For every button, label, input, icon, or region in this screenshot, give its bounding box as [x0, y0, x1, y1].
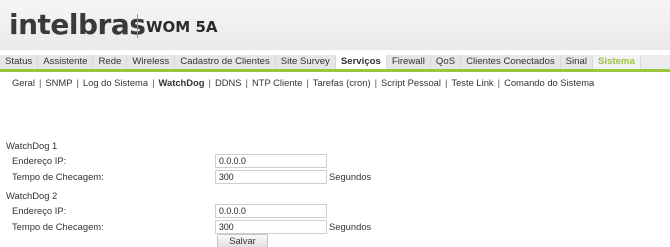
nav-tab-3[interactable]: Wireless — [127, 55, 176, 69]
subnav-item-7[interactable]: Script Pessoal — [381, 77, 441, 88]
app-header: intelbras WOM 5A — [0, 0, 670, 50]
watchdog2-unit: Segundos — [329, 221, 372, 232]
subnav-item-8[interactable]: Teste Link — [451, 77, 493, 88]
subnav-item-4[interactable]: DDNS — [215, 77, 242, 88]
watchdog1-ip-label: Endereço IP: — [12, 155, 67, 166]
subnav-item-0[interactable]: Geral — [12, 77, 35, 88]
nav-tab-10[interactable]: Sinal — [560, 55, 593, 69]
subnav-item-2[interactable]: Log do Sistema — [83, 77, 148, 88]
watchdog2-ip-input[interactable] — [215, 204, 327, 218]
subnav-separator: | — [38, 77, 42, 88]
watchdog1-interval-input[interactable] — [215, 170, 327, 184]
subnav-separator: | — [374, 77, 378, 88]
nav-tab-5[interactable]: Site Survey — [275, 55, 336, 69]
watchdog1-ip-input[interactable] — [215, 154, 327, 168]
subnav-separator: | — [152, 77, 155, 88]
device-model: WOM 5A — [146, 18, 218, 36]
nav-tab-9[interactable]: Clientes Conectados — [461, 55, 561, 69]
watchdog2-title: WatchDog 2 — [6, 190, 58, 201]
nav-tab-4[interactable]: Cadastro de Clientes — [175, 55, 276, 69]
subnav-separator: | — [444, 77, 448, 88]
subnav-item-3[interactable]: WatchDog — [159, 77, 205, 88]
subnav-item-9[interactable]: Comando do Sistema — [504, 77, 594, 88]
subnav-separator: | — [306, 77, 309, 88]
watchdog1-interval-label: Tempo de Checagem: — [12, 171, 104, 182]
main-nav: Status Assistente Rede Wireless Cadastro de … — [0, 55, 670, 72]
subnav-separator: | — [497, 77, 501, 88]
save-button[interactable]: Salvar — [217, 234, 268, 247]
main-nav-tabs: Status Assistente Rede Wireless Cadastro de … — [0, 55, 670, 69]
sub-nav: Geral | SNMP | Log do Sistema | WatchDog | DDNS |… — [12, 77, 594, 88]
subnav-separator: | — [76, 77, 79, 88]
nav-tab-6[interactable]: Serviços — [335, 55, 387, 69]
subnav-item-1[interactable]: SNMP — [45, 77, 72, 88]
brand-logo: intelbras — [9, 8, 146, 41]
nav-tab-1[interactable]: Assistente — [38, 55, 94, 69]
subnav-separator: | — [245, 77, 248, 88]
nav-tab-8[interactable]: QoS — [430, 55, 462, 69]
watchdog1-unit: Segundos — [329, 171, 372, 182]
nav-tab-7[interactable]: Firewall — [386, 55, 431, 69]
watchdog2-interval-label: Tempo de Checagem: — [12, 221, 104, 232]
header-divider — [137, 14, 138, 38]
subnav-item-5[interactable]: NTP Cliente — [252, 77, 302, 88]
subnav-separator: | — [208, 77, 211, 88]
watchdog1-title: WatchDog 1 — [6, 140, 58, 151]
nav-tab-2[interactable]: Rede — [93, 55, 128, 69]
watchdog2-interval-input[interactable] — [215, 220, 327, 234]
subnav-item-6[interactable]: Tarefas (cron) — [313, 77, 371, 88]
nav-tab-0[interactable]: Status — [0, 55, 39, 69]
nav-tab-11[interactable]: Sistema — [593, 55, 641, 69]
watchdog2-ip-label: Endereço IP: — [12, 205, 67, 216]
